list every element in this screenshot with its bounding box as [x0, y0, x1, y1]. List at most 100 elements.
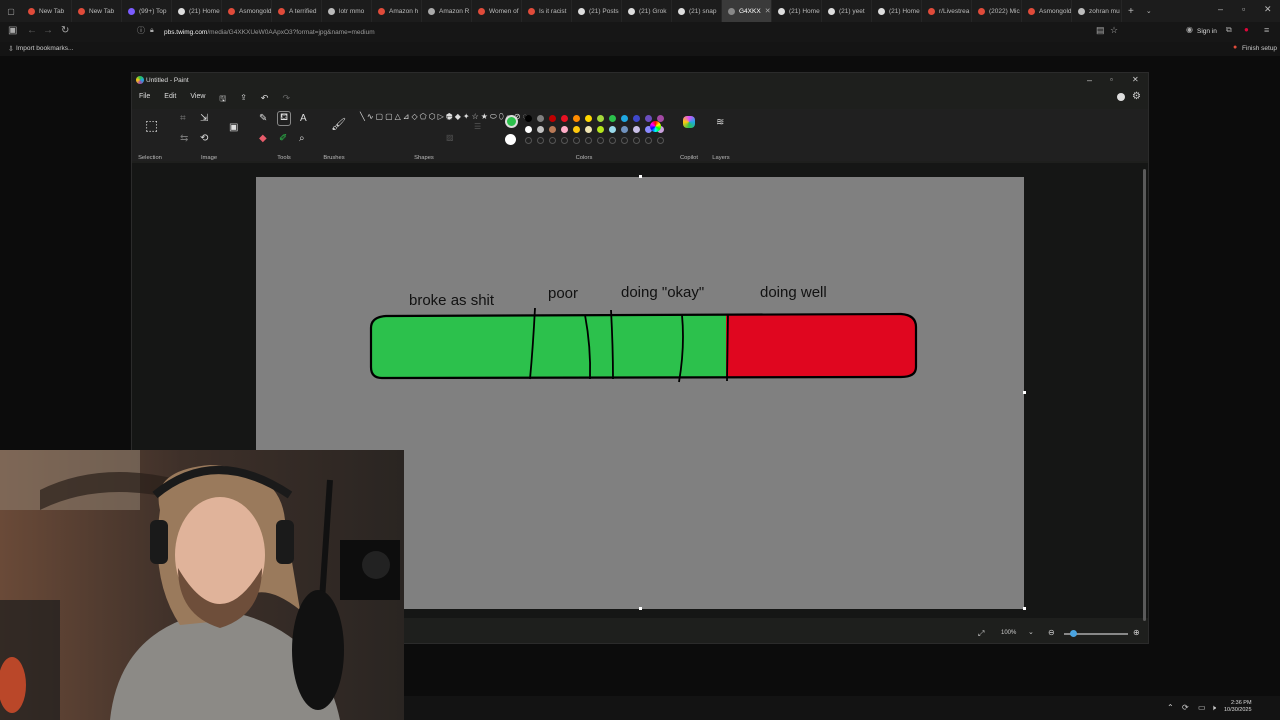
custom-color-slot[interactable] — [597, 137, 604, 144]
palette-swatch[interactable] — [537, 126, 544, 133]
palette-swatch[interactable] — [597, 115, 604, 122]
palette-swatch[interactable] — [525, 115, 532, 122]
shape-fill-icon[interactable]: ▨ — [446, 133, 454, 142]
palette-swatch[interactable] — [561, 126, 568, 133]
browser-tab[interactable]: Is it racist — [522, 0, 572, 22]
zoom-value[interactable]: 100% — [1001, 630, 1016, 636]
browser-tab[interactable]: lotr mmo — [322, 0, 372, 22]
browser-close-button[interactable]: ✕ — [1264, 4, 1272, 15]
fit-to-window-icon[interactable]: ⤢ — [978, 629, 984, 639]
tab-close-icon[interactable]: ✕ — [765, 7, 771, 15]
palette-swatch[interactable] — [585, 126, 592, 133]
shape-outline-icon[interactable]: ⊏ — [446, 113, 453, 122]
fill-icon[interactable]: ⛾ — [277, 111, 292, 126]
tab-actions-icon[interactable]: ▢ — [0, 7, 22, 16]
finish-setup-link[interactable]: Finish setup — [1242, 45, 1277, 52]
brushes-icon[interactable]: 🖌︎ — [331, 117, 346, 131]
browser-tab[interactable]: Asmongold — [1022, 0, 1072, 22]
copilot-icon[interactable] — [683, 116, 695, 128]
site-info-icon[interactable]: ⓘ — [137, 25, 145, 36]
browser-tab[interactable]: (21) Posts — [572, 0, 622, 22]
palette-swatch[interactable] — [645, 115, 652, 122]
palette-swatch[interactable] — [633, 115, 640, 122]
palette-swatch[interactable] — [609, 126, 616, 133]
shape-size-icon[interactable]: ☰ — [474, 122, 481, 131]
menu-file[interactable]: File — [132, 91, 157, 105]
account-icon[interactable] — [1117, 93, 1125, 101]
palette-swatch[interactable] — [609, 115, 616, 122]
sidebar-toggle-icon[interactable]: ▣ — [8, 25, 17, 36]
zoom-out-icon[interactable]: ⊖ — [1048, 628, 1055, 637]
undo-icon[interactable]: ↶ — [254, 91, 276, 105]
sign-in-link[interactable]: Sign in — [1197, 28, 1217, 35]
canvas-resize-handle-right[interactable] — [1023, 391, 1026, 394]
palette-swatch[interactable] — [573, 126, 580, 133]
menu-edit[interactable]: Edit — [157, 91, 183, 105]
shapes-gallery-icon[interactable]: ╲∿▢▢△⊿◇⬠⬡▷⬢◆✦☆★⬭⬯▱⊘◌ — [360, 111, 527, 122]
rotate-icon[interactable]: ⟲ — [200, 133, 208, 144]
browser-tab[interactable]: Amazon h — [372, 0, 422, 22]
paint-maximize-button[interactable]: ▫ — [1110, 75, 1113, 84]
secondary-color-swatch[interactable] — [505, 134, 516, 145]
adblock-icon[interactable]: ● — [1244, 25, 1249, 34]
palette-swatch[interactable] — [621, 115, 628, 122]
pencil-icon[interactable]: ✎ — [259, 113, 267, 124]
tray-network-icon[interactable]: ▭ — [1198, 703, 1206, 712]
zoom-in-icon[interactable]: ⊕ — [1133, 628, 1140, 637]
custom-color-slot[interactable] — [657, 137, 664, 144]
resize-icon[interactable]: ⇲ — [200, 113, 208, 124]
selection-tool-icon[interactable]: ⬚ — [145, 117, 158, 134]
tray-volume-icon[interactable]: 🕨︎ — [1211, 703, 1216, 713]
browser-tab[interactable]: Asmongold — [222, 0, 272, 22]
browser-tab[interactable]: (21) snap — [672, 0, 722, 22]
custom-color-slot[interactable] — [633, 137, 640, 144]
layers-icon[interactable]: ≋ — [716, 117, 724, 128]
save-icon[interactable]: 🖫︎ — [212, 91, 233, 105]
browser-tab[interactable]: (21) Home — [872, 0, 922, 22]
browser-tab[interactable]: r/Livestrea — [922, 0, 972, 22]
image-select-icon[interactable]: ▣ — [229, 122, 238, 133]
flip-icon[interactable]: ⇆ — [180, 133, 188, 144]
palette-swatch[interactable] — [633, 126, 640, 133]
zoom-slider[interactable] — [1064, 630, 1128, 637]
browser-tab[interactable]: G4XKX ✕ — [722, 0, 772, 22]
canvas-resize-handle-top[interactable] — [639, 175, 642, 178]
browser-tab[interactable]: (2022) Mic — [972, 0, 1022, 22]
browser-minimize-button[interactable]: – — [1218, 4, 1223, 14]
new-tab-button[interactable]: + — [1122, 6, 1140, 17]
magnifier-icon[interactable]: ⌕ — [299, 133, 305, 144]
custom-color-slot[interactable] — [537, 137, 544, 144]
custom-color-slot[interactable] — [525, 137, 532, 144]
share-icon[interactable]: ⇪ — [233, 91, 254, 105]
tray-sync-icon[interactable]: ⟳ — [1182, 703, 1189, 712]
palette-swatch[interactable] — [621, 126, 628, 133]
palette-swatch[interactable] — [573, 115, 580, 122]
menu-view[interactable]: View — [183, 91, 212, 105]
browser-menu-icon[interactable]: ≡ — [1264, 25, 1269, 35]
crop-icon[interactable]: ⌗ — [180, 113, 186, 124]
import-bookmarks-link[interactable]: Import bookmarks... — [16, 45, 73, 52]
taskbar-clock[interactable]: 2:36 PM 10/30/2025 — [1224, 700, 1252, 714]
custom-color-slot[interactable] — [609, 137, 616, 144]
eraser-icon[interactable]: ◆ — [259, 133, 267, 144]
custom-color-slot[interactable] — [549, 137, 556, 144]
palette-swatch[interactable] — [561, 115, 568, 122]
zoom-slider-thumb[interactable] — [1070, 630, 1077, 637]
browser-tab[interactable]: A terrified — [272, 0, 322, 22]
browser-tab[interactable]: Women of — [472, 0, 522, 22]
reload-icon[interactable]: ↻ — [61, 25, 69, 36]
palette-swatch[interactable] — [549, 115, 556, 122]
redo-icon[interactable]: ↷ — [275, 91, 297, 105]
extensions-icon[interactable]: ⧉ — [1226, 25, 1232, 35]
palette-swatch[interactable] — [585, 115, 592, 122]
paint-close-button[interactable]: ✕ — [1132, 75, 1139, 84]
custom-color-slot[interactable] — [645, 137, 652, 144]
palette-swatch[interactable] — [597, 126, 604, 133]
url-field[interactable]: pbs.twimg.com /media/G4XKXUeW0AApxO3?for… — [164, 24, 1154, 40]
primary-color-swatch[interactable] — [505, 115, 518, 128]
custom-color-slot[interactable] — [573, 137, 580, 144]
vertical-scrollbar[interactable] — [1143, 169, 1146, 621]
reader-view-icon[interactable]: ▤ — [1096, 25, 1105, 36]
forward-icon[interactable]: → — [43, 25, 53, 36]
browser-tab[interactable]: (99+) Top — [122, 0, 172, 22]
